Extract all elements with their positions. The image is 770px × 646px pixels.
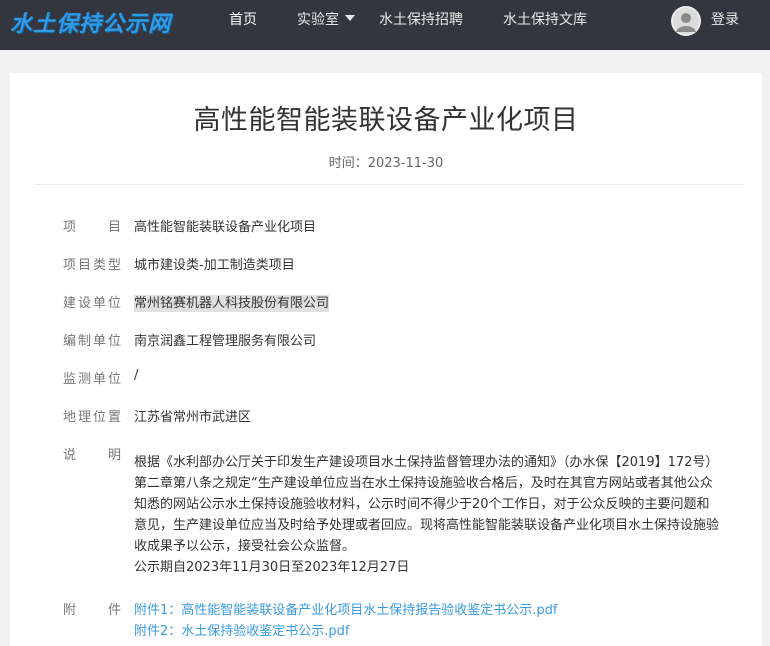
attachment-link-2[interactable]: 附件2：水土保持验收鉴定书公示.pdf (134, 620, 349, 639)
field-label-location: 地理位置 (63, 410, 121, 425)
field-label-project: 项目 (63, 220, 121, 235)
site-logo[interactable]: 水土保持公示网 (10, 6, 171, 38)
field-label-monitor: 监测单位 (63, 372, 121, 387)
nav-library[interactable]: 水土保持文库 (503, 0, 587, 50)
field-value-monitor: / (134, 368, 139, 383)
field-label-compiler: 编制单位 (63, 334, 121, 349)
field-value-builder: 常州铭赛机器人科技股份有限公司 (134, 292, 330, 312)
top-navbar: 水土保持公示网 首页 实验室 水土保持招聘 水土保持文库 登录 (0, 0, 770, 50)
publicity-period: 公示期自2023年11月30日至2023年12月27日 (134, 560, 410, 575)
field-value-compiler: 南京润鑫工程管理服务有限公司 (134, 334, 317, 349)
nav-lab-dropdown[interactable]: 实验室 (297, 0, 355, 50)
publish-time: 时间：2023-11-30 (328, 156, 444, 171)
field-label-attachments: 附件 (63, 603, 121, 618)
field-label-builder: 建设单位 (63, 296, 121, 311)
page-title: 高性能智能装联设备产业化项目 (193, 105, 579, 136)
attachment-link-1[interactable]: 附件1：高性能智能装联设备产业化项目水土保持报告验收鉴定书公示.pdf (134, 599, 557, 618)
login-link[interactable]: 登录 (711, 0, 739, 50)
description-body: 根据《水利部办公厅关于印发生产建设项目水土保持监督管理办法的通知》（办水保【20… (134, 455, 720, 554)
field-label-description: 说明 (63, 448, 121, 463)
user-avatar-icon[interactable] (671, 6, 701, 36)
article-card: 高性能智能装联设备产业化项目 时间：2023-11-30 项目 高性能智能装联设… (10, 73, 762, 646)
divider (34, 184, 744, 185)
field-label-type: 项目类型 (63, 258, 121, 273)
field-value-type: 城市建设类-加工制造类项目 (134, 258, 295, 273)
selected-text: 常州铭赛机器人科技股份有限公司 (134, 295, 330, 312)
field-value-project: 高性能智能装联设备产业化项目 (134, 220, 317, 235)
caret-down-icon (345, 15, 355, 21)
description-text: 根据《水利部办公厅关于印发生产建设项目水土保持监督管理办法的通知》（办水保【20… (134, 452, 719, 578)
nav-jobs[interactable]: 水土保持招聘 (379, 0, 463, 50)
field-value-location: 江苏省常州市武进区 (134, 410, 252, 425)
nav-lab-label: 实验室 (297, 12, 339, 28)
nav-home[interactable]: 首页 (229, 0, 257, 50)
